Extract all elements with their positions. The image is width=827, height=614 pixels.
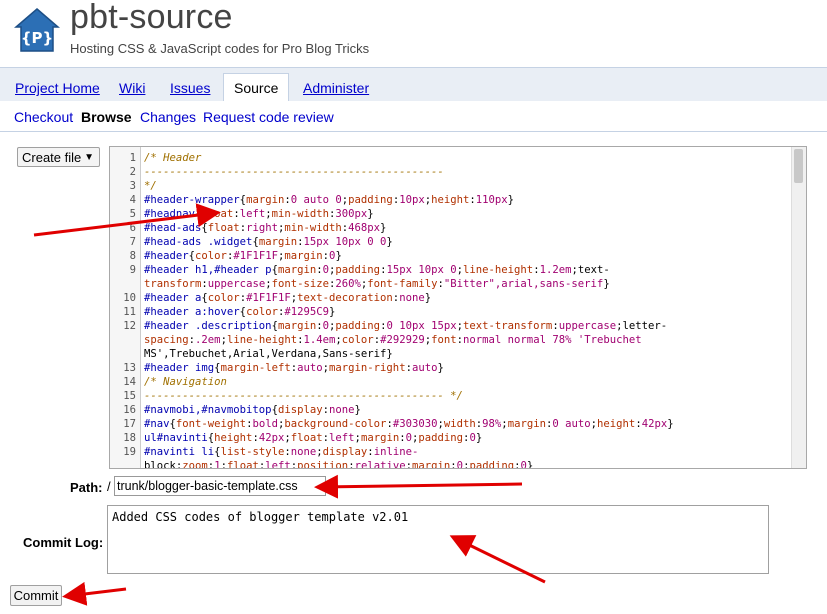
- line-text: ul#navinti{height:42px;float:left;margin…: [144, 432, 483, 444]
- line-text: #headnav{float:left;min-width:300px}: [144, 208, 374, 220]
- arrow-to-path: [314, 474, 523, 499]
- line-number: 2: [129, 166, 136, 178]
- code-line[interactable]: 14 /* Navigation: [110, 375, 796, 389]
- line-number: 18: [123, 432, 136, 444]
- project-title: pbt-source: [70, 0, 233, 36]
- commit-button[interactable]: Commit: [10, 585, 62, 606]
- code-line[interactable]: 16 #navmobi,#navmobitop{display:none}: [110, 403, 796, 417]
- line-number: 8: [129, 250, 136, 262]
- line-text: #navinti li{list-style:none;display:inli…: [144, 446, 419, 458]
- line-number: 15: [123, 390, 136, 402]
- path-prefix: /: [107, 479, 111, 494]
- code-editor[interactable]: 1 /* Header 2 -----------------------------…: [109, 146, 807, 469]
- line-text: /* Header: [144, 152, 202, 164]
- code-line[interactable]: 4 #header-wrapper{margin:0 auto 0;padding…: [110, 193, 796, 207]
- line-text: #navmobi,#navmobitop{display:none}: [144, 404, 361, 416]
- code-line[interactable]: 9 #header h1,#header p{margin:0;padding:1…: [110, 263, 796, 277]
- code-content[interactable]: 1 /* Header 2 -----------------------------…: [110, 151, 796, 469]
- code-line[interactable]: transform:uppercase;font-size:260%;font-…: [110, 277, 796, 291]
- code-line[interactable]: 15 --------------------------------------…: [110, 389, 796, 403]
- subnav-checkout[interactable]: Checkout: [14, 109, 73, 125]
- line-text: #nav{font-weight:bold;background-color:#…: [144, 418, 674, 430]
- line-text: spacing:.2em;line-height:1.4em;color:#29…: [144, 334, 642, 346]
- tab-administer[interactable]: Administer: [303, 80, 369, 96]
- line-number: 5: [129, 208, 136, 220]
- line-text: block;zoom:1;float:left;position:relativ…: [144, 460, 534, 469]
- line-number: 17: [123, 418, 136, 430]
- line-number: 3: [129, 180, 136, 192]
- project-logo: {P}: [13, 7, 61, 55]
- subnav-changes[interactable]: Changes: [140, 109, 196, 125]
- scrollbar-thumb[interactable]: [794, 149, 803, 183]
- code-line[interactable]: 3 */: [110, 179, 796, 193]
- arrow-to-commit-button: [62, 581, 127, 606]
- line-number: 4: [129, 194, 136, 206]
- tab-source[interactable]: Source: [223, 73, 290, 104]
- tab-project-home[interactable]: Project Home: [15, 80, 100, 96]
- line-number: 7: [129, 236, 136, 248]
- line-text: #header a{color:#1F1F1F;text-decoration:…: [144, 292, 432, 304]
- code-line[interactable]: 17 #nav{font-weight:bold;background-color…: [110, 417, 796, 431]
- code-line[interactable]: 6 #head-ads{float:right;min-width:468px}: [110, 221, 796, 235]
- sub-nav: Checkout Browse Changes Request code rev…: [0, 101, 827, 132]
- line-text: #header-wrapper{margin:0 auto 0;padding:…: [144, 194, 515, 206]
- path-label: Path:: [70, 480, 103, 495]
- line-text: transform:uppercase;font-size:260%;font-…: [144, 278, 610, 290]
- chevron-down-icon: ▼: [84, 152, 94, 163]
- create-file-dropdown[interactable]: Create file ▼: [17, 147, 100, 167]
- editor-scrollbar[interactable]: [791, 147, 806, 468]
- path-input[interactable]: trunk/blogger-basic-template.css: [114, 476, 326, 496]
- main-nav: Project Home Wiki Issues Source Administ…: [0, 67, 827, 104]
- line-number: 13: [123, 362, 136, 374]
- code-line[interactable]: block;zoom:1;float:left;position:relativ…: [110, 459, 796, 469]
- code-line[interactable]: 2 ---------------------------------------…: [110, 165, 796, 179]
- line-number: 10: [123, 292, 136, 304]
- code-line[interactable]: 19 #navinti li{list-style:none;display:in…: [110, 445, 796, 459]
- line-number: 6: [129, 222, 136, 234]
- logo-text: {P}: [21, 29, 53, 47]
- commit-log-textarea[interactable]: Added CSS codes of blogger template v2.0…: [107, 505, 769, 574]
- code-line[interactable]: 7 #head-ads .widget{margin:15px 10px 0 0}: [110, 235, 796, 249]
- line-number: 12: [123, 320, 136, 332]
- commit-log-label: Commit Log:: [23, 535, 104, 550]
- code-line[interactable]: spacing:.2em;line-height:1.4em;color:#29…: [110, 333, 796, 347]
- line-text: MS',Trebuchet,Arial,Verdana,Sans-serif}: [144, 348, 393, 360]
- subnav-request-code-review[interactable]: Request code review: [203, 109, 334, 125]
- line-text: #header a:hover{color:#1295C9}: [144, 306, 336, 318]
- line-text: ----------------------------------------…: [144, 390, 463, 402]
- create-file-label: Create file: [22, 150, 82, 165]
- subnav-browse[interactable]: Browse: [81, 109, 132, 125]
- code-line[interactable]: 10 #header a{color:#1F1F1F;text-decoratio…: [110, 291, 796, 305]
- code-line[interactable]: 1 /* Header: [110, 151, 796, 165]
- line-text: /* Navigation: [144, 376, 227, 388]
- line-text: #header{color:#1F1F1F;margin:0}: [144, 250, 342, 262]
- code-line[interactable]: 5 #headnav{float:left;min-width:300px}: [110, 207, 796, 221]
- line-text: #header h1,#header p{margin:0;padding:15…: [144, 264, 610, 276]
- tab-wiki[interactable]: Wiki: [119, 80, 145, 96]
- line-text: #head-ads .widget{margin:15px 10px 0 0}: [144, 236, 393, 248]
- line-number: 11: [123, 306, 136, 318]
- line-number: 19: [123, 446, 136, 458]
- line-number: 9: [129, 264, 136, 276]
- code-line[interactable]: 13 #header img{margin-left:auto;margin-ri…: [110, 361, 796, 375]
- line-number: 16: [123, 404, 136, 416]
- line-number: 14: [123, 376, 136, 388]
- code-line[interactable]: 8 #header{color:#1F1F1F;margin:0}: [110, 249, 796, 263]
- line-text: #header img{margin-left:auto;margin-righ…: [144, 362, 444, 374]
- code-line[interactable]: MS',Trebuchet,Arial,Verdana,Sans-serif}: [110, 347, 796, 361]
- line-text: ----------------------------------------…: [144, 166, 444, 178]
- commit-log-text: Added CSS codes of blogger template v2.0…: [112, 510, 409, 524]
- line-number: 1: [129, 152, 136, 164]
- line-text: */: [144, 180, 157, 192]
- code-line[interactable]: 11 #header a:hover{color:#1295C9}: [110, 305, 796, 319]
- code-line[interactable]: 12 #header .description{margin:0;padding:…: [110, 319, 796, 333]
- code-line[interactable]: 18 ul#navinti{height:42px;float:left;marg…: [110, 431, 796, 445]
- line-text: #head-ads{float:right;min-width:468px}: [144, 222, 387, 234]
- project-subtitle: Hosting CSS & JavaScript codes for Pro B…: [70, 41, 370, 56]
- line-text: #header .description{margin:0;padding:0 …: [144, 320, 668, 332]
- tab-issues[interactable]: Issues: [170, 80, 210, 96]
